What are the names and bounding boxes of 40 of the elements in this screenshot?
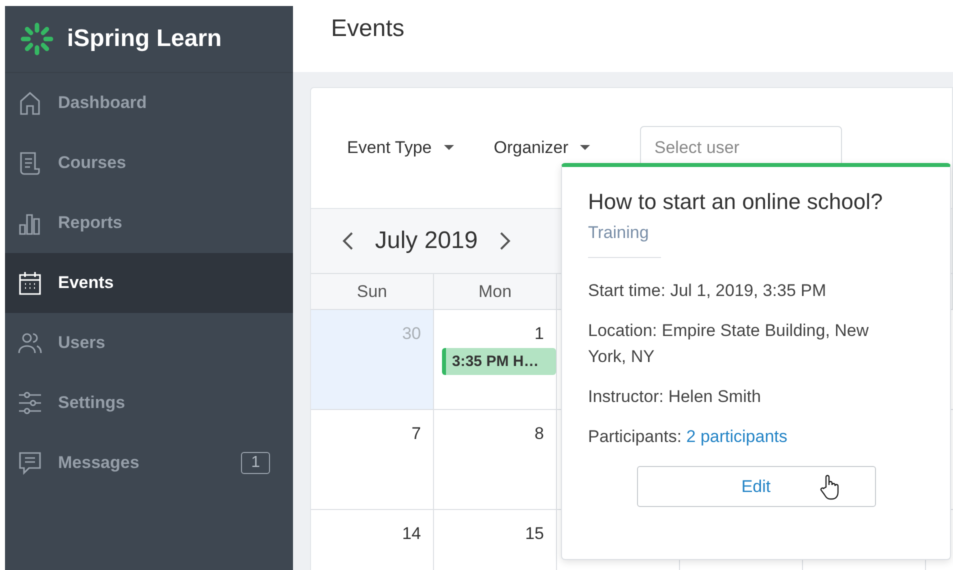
event-detail: Location: Empire State Building, New York, NY bbox=[588, 320, 870, 368]
event-title: How to start an online school? bbox=[588, 189, 884, 215]
people-icon bbox=[17, 330, 43, 356]
day-number: 7 bbox=[412, 424, 421, 444]
calendar-cell[interactable]: 1 3:35 PM H… bbox=[434, 309, 557, 409]
calendar-cell[interactable]: 7 bbox=[311, 409, 434, 509]
sliders-icon bbox=[17, 390, 43, 416]
hand-cursor-icon bbox=[820, 474, 840, 500]
event-detail: Participants: 2 participants bbox=[588, 426, 788, 448]
event-detail: Instructor: Helen Smith bbox=[588, 386, 762, 408]
home-icon bbox=[17, 90, 43, 116]
sidebar-item[interactable]: Events bbox=[5, 253, 293, 313]
edit-button[interactable]: Edit bbox=[636, 466, 876, 507]
filter-dropdown[interactable]: Event Type bbox=[347, 138, 454, 158]
day-number: 1 bbox=[534, 324, 544, 344]
day-number: 8 bbox=[534, 424, 544, 444]
unread-count: 1 bbox=[241, 452, 270, 474]
event-detail: Start time: Jul 1, 2019, 3:35 PM bbox=[588, 280, 828, 302]
sidebar-item[interactable]: Messages 1 bbox=[5, 433, 293, 493]
chat-icon bbox=[17, 450, 43, 476]
page-title: Events bbox=[331, 15, 404, 43]
caret-icon bbox=[580, 145, 590, 151]
day-number: 14 bbox=[402, 524, 421, 544]
previous-month-icon[interactable] bbox=[341, 230, 355, 252]
caret-icon bbox=[444, 145, 454, 151]
filter-dropdown[interactable]: Organizer bbox=[494, 138, 590, 158]
calendar-cell[interactable]: 8 bbox=[434, 409, 557, 509]
document-icon bbox=[17, 150, 43, 176]
app-name: iSpring Learn bbox=[67, 25, 222, 53]
event-type: Training bbox=[588, 223, 650, 243]
event-chip[interactable]: 3:35 PM H… bbox=[442, 348, 556, 375]
day-number: 30 bbox=[402, 324, 421, 344]
day-number: 15 bbox=[525, 524, 544, 544]
month-title: July 2019 bbox=[375, 227, 478, 255]
logo-icon bbox=[19, 21, 55, 57]
calendar-cell[interactable]: 15 bbox=[434, 509, 557, 570]
participants-link[interactable]: 2 participants bbox=[686, 427, 788, 446]
calendar-icon bbox=[17, 270, 43, 296]
next-month-icon[interactable] bbox=[498, 230, 512, 252]
calendar-cell[interactable]: 14 bbox=[311, 509, 434, 570]
